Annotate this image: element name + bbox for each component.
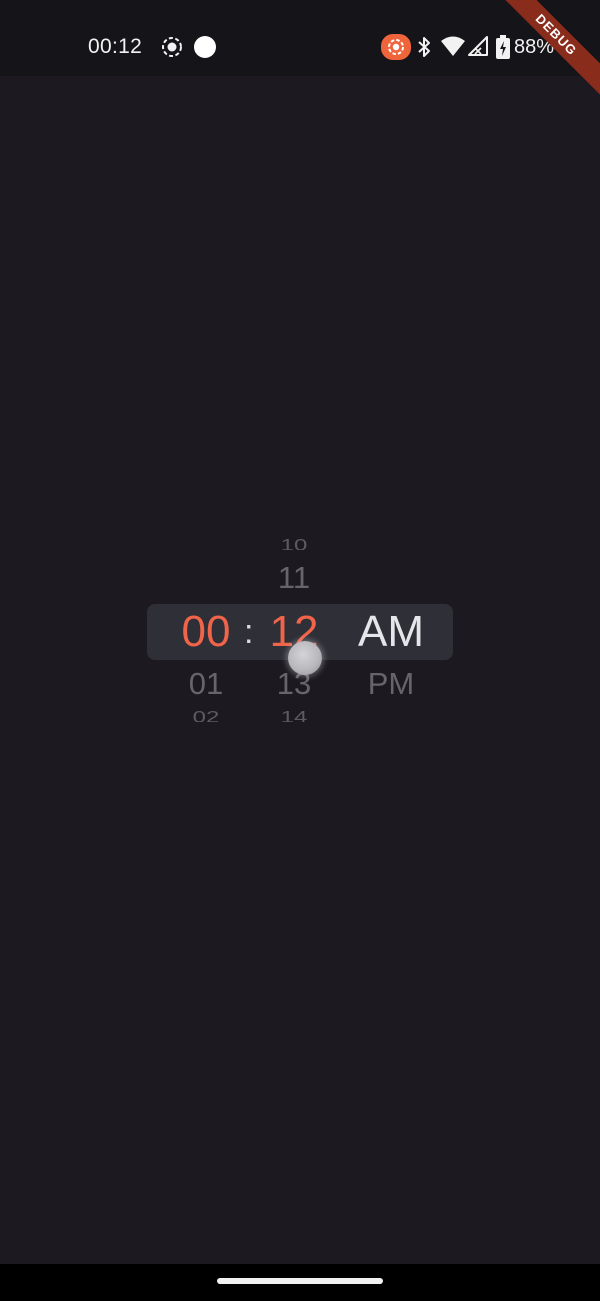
period-selected[interactable]: AM <box>346 606 436 658</box>
screen-record-icon <box>162 37 182 57</box>
minute-option[interactable]: 10 <box>249 536 339 550</box>
battery-icon <box>496 35 510 59</box>
cast-icon <box>381 34 411 60</box>
minute-option[interactable]: 14 <box>249 708 339 722</box>
touch-indicator <box>288 641 322 675</box>
minute-option[interactable]: 11 <box>249 560 339 596</box>
wifi-icon <box>441 36 465 56</box>
status-time: 00:12 <box>88 35 143 58</box>
period-option[interactable]: PM <box>346 666 436 702</box>
hour-option[interactable]: 01 <box>161 666 251 702</box>
status-bar: 00:12 88% <box>0 0 600 76</box>
hour-selected[interactable]: 00 <box>161 606 251 658</box>
notification-dot-icon <box>194 36 216 58</box>
hour-option[interactable]: 02 <box>161 708 251 722</box>
signal-icon <box>468 36 488 56</box>
home-gesture-handle[interactable] <box>217 1278 383 1284</box>
bluetooth-icon <box>418 37 430 57</box>
navigation-bar <box>0 1264 600 1301</box>
